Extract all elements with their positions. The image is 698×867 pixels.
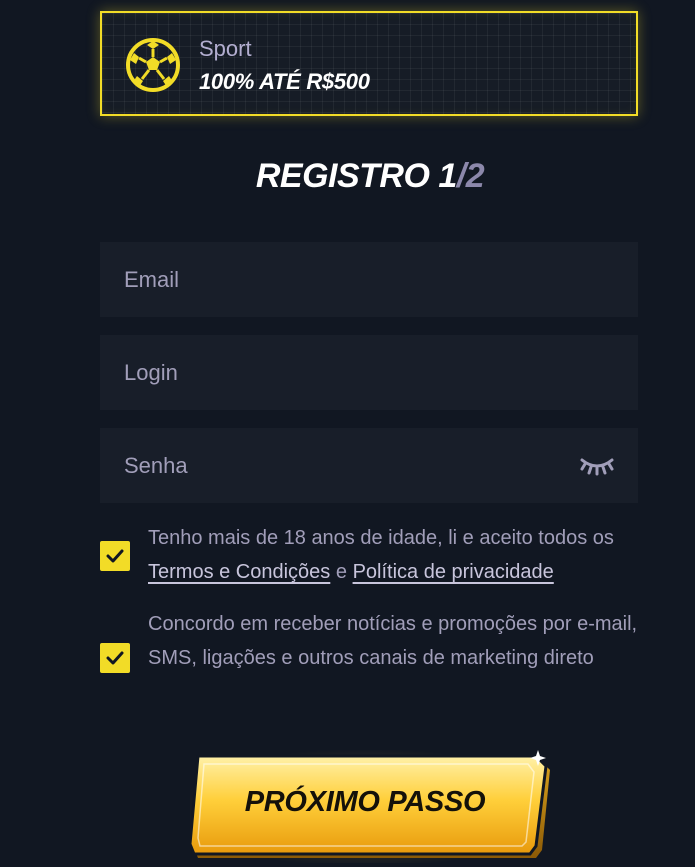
eye-closed-icon[interactable] (580, 456, 614, 476)
next-step-button[interactable]: PRÓXIMO PASSO (190, 750, 552, 863)
bonus-offer: 100% ATÉ R$500 (199, 69, 370, 94)
soccer-ball-icon (126, 38, 180, 92)
next-step-label: PRÓXIMO PASSO (244, 786, 486, 818)
page-title: REGISTRO 1/2 (0, 157, 698, 196)
marketing-consent-checkbox[interactable] (100, 643, 130, 673)
bonus-category: Sport (199, 36, 252, 61)
age-consent-text: Tenho mais de 18 anos de idade, li e ace… (148, 521, 638, 589)
password-input[interactable] (100, 428, 638, 503)
checkmark-icon (106, 549, 124, 563)
title-step-current: REGISTRO 1 (255, 157, 457, 195)
marketing-consent-text: Concordo em receber notícias e promoções… (148, 613, 638, 669)
age-consent-text-before: Tenho mais de 18 anos de idade, li e ace… (148, 527, 614, 549)
password-field-container (100, 428, 638, 503)
age-consent-checkbox[interactable] (100, 541, 130, 571)
login-field-container (100, 335, 638, 410)
checkmark-icon (106, 651, 124, 665)
terms-link[interactable]: Termos e Condições (148, 561, 330, 583)
email-field-container (100, 242, 638, 317)
email-input[interactable] (100, 242, 638, 317)
age-consent-connector: e (330, 561, 353, 583)
login-input[interactable] (100, 335, 638, 410)
bonus-banner[interactable]: Sport 100% ATÉ R$500 (100, 11, 638, 116)
title-step-total: /2 (456, 157, 485, 195)
privacy-link[interactable]: Política de privacidade (353, 561, 554, 583)
